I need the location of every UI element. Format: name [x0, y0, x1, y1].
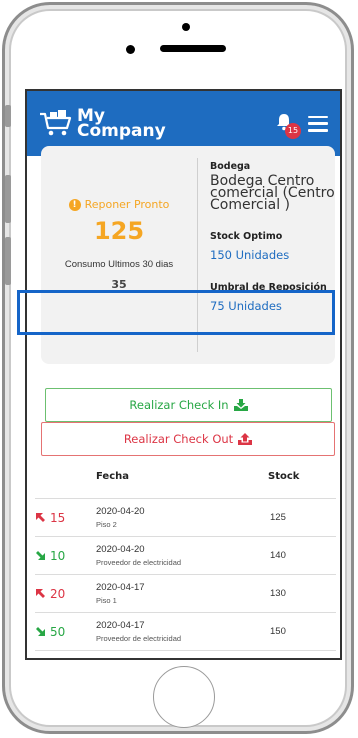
- proximity-sensor: [126, 45, 135, 54]
- phone-frame: My Company 15 ! Reponer Pronto 125 Consu…: [2, 2, 354, 734]
- front-camera: [182, 23, 190, 31]
- table-row[interactable]: 50 2020-04-17 Proveedor de electricidad 1…: [35, 613, 336, 651]
- stock-optimo-label: Stock Optimo: [210, 231, 283, 242]
- check-in-label: Realizar Check In: [129, 398, 229, 412]
- movement-location: Proveedor de electricidad: [96, 558, 182, 567]
- reponer-label: Reponer Pronto: [84, 198, 170, 211]
- volume-up-button: [5, 175, 11, 223]
- notifications-button[interactable]: 15: [274, 112, 301, 139]
- header-stock: Stock: [268, 471, 300, 482]
- umbral-label: Umbral de Reposición: [210, 282, 327, 293]
- check-out-label: Realizar Check Out: [123, 432, 234, 446]
- movement-stock: 150: [270, 626, 286, 637]
- movement-qty: 15: [35, 511, 96, 525]
- table-row[interactable]: 10 2020-04-20 Proveedor de electricidad 1…: [35, 537, 336, 575]
- movement-date: 2020-04-20: [96, 506, 145, 517]
- movement-qty: 50: [35, 625, 96, 639]
- notification-badge: 15: [285, 122, 301, 139]
- summary-card: ! Reponer Pronto 125 Consumo Ultimos 30 …: [41, 146, 335, 364]
- header-fecha: Fecha: [96, 471, 130, 482]
- movement-location: Piso 2: [96, 520, 117, 529]
- mute-switch: [5, 105, 11, 127]
- bodega-label: Bodega: [210, 161, 251, 172]
- movement-location: Proveedor de electricidad: [96, 634, 182, 643]
- table-row[interactable]: 15 2020-04-20 Piso 2 125: [35, 499, 336, 537]
- arrow-down-right-icon: [36, 551, 45, 560]
- bodega-value: Bodega Centro comercial (Centro Comercia…: [210, 173, 335, 213]
- brand[interactable]: My Company: [39, 107, 166, 141]
- movement-date: 2020-04-17: [96, 582, 145, 593]
- brand-name-line2: Company: [77, 120, 166, 141]
- movement-qty: 10: [35, 549, 96, 563]
- movement-date: 2020-04-20: [96, 544, 145, 555]
- arrow-up-left-icon: [36, 513, 45, 522]
- consumo-value: 35: [111, 278, 127, 291]
- tray-arrow-down-icon: [233, 399, 248, 411]
- menu-toggle-button[interactable]: [308, 115, 328, 132]
- hamburger-line: [308, 122, 328, 125]
- movement-stock: 125: [270, 512, 286, 523]
- table-row[interactable]: 20 2020-04-17 Piso 1 130: [35, 575, 336, 613]
- check-in-button[interactable]: Realizar Check In: [45, 388, 332, 422]
- reponer-value: 125: [93, 217, 145, 245]
- home-button[interactable]: [153, 666, 215, 728]
- hamburger-line: [308, 115, 328, 118]
- movement-stock: 140: [270, 550, 286, 561]
- table-header: Fecha Stock: [35, 471, 336, 499]
- movement-location: Piso 1: [96, 596, 117, 605]
- movement-stock: 130: [270, 588, 286, 599]
- hamburger-line: [308, 129, 328, 132]
- movement-qty: 20: [35, 587, 96, 601]
- movements-table: Fecha Stock 15 2020-04-20 Piso 2 125 10 2…: [27, 471, 340, 651]
- arrow-down-right-icon: [36, 627, 45, 636]
- reponer-status: ! Reponer Pronto: [41, 198, 197, 211]
- movement-date: 2020-04-17: [96, 620, 145, 631]
- cart-logo-icon: [40, 109, 72, 135]
- arrow-up-left-icon: [36, 589, 45, 598]
- tray-arrow-up-icon: [238, 433, 253, 445]
- earpiece-speaker: [160, 45, 226, 52]
- consumo-label: Consumo Ultimos 30 dias: [64, 259, 174, 270]
- stock-optimo-value: 150 Unidades: [210, 248, 290, 262]
- warning-icon: !: [68, 198, 81, 211]
- summary-right-panel: Bodega Bodega Centro comercial (Centro C…: [198, 146, 335, 364]
- umbral-value: 75 Unidades: [210, 299, 282, 313]
- volume-down-button: [5, 237, 11, 285]
- app-screen: My Company 15 ! Reponer Pronto 125 Consu…: [25, 89, 342, 660]
- summary-left-panel: ! Reponer Pronto 125 Consumo Ultimos 30 …: [41, 158, 198, 352]
- check-out-button[interactable]: Realizar Check Out: [41, 422, 335, 456]
